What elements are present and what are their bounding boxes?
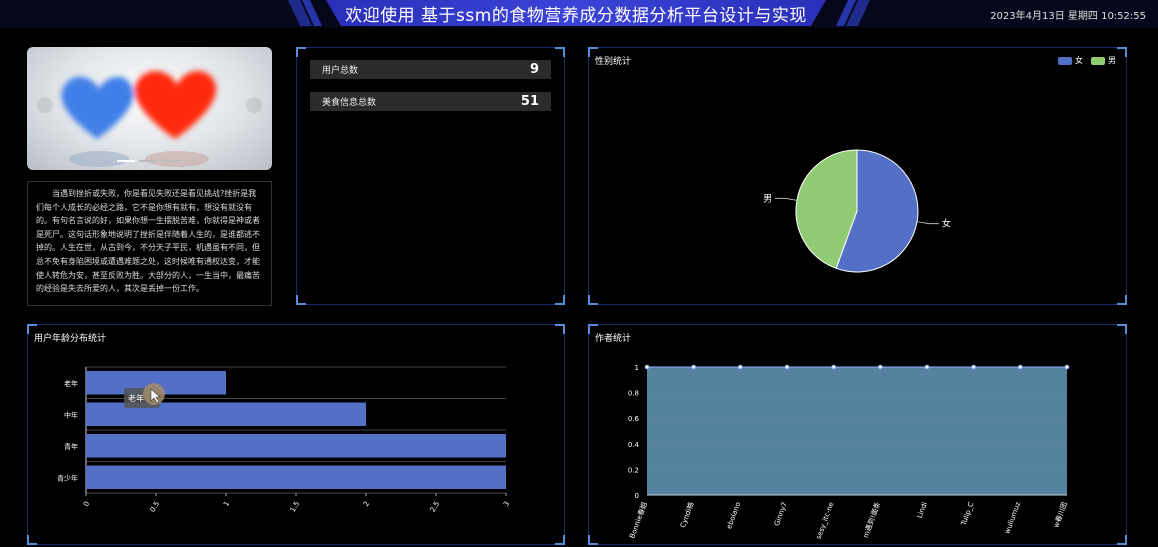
carousel-dot-3[interactable] xyxy=(161,160,179,162)
author-area-chart[interactable]: 0 0.2 0.4 0.6 0.8 1 Bonnie春姐 Cyndi格 ebolano Ginny… xyxy=(589,325,1126,544)
carousel-dot-1[interactable] xyxy=(117,160,135,162)
gender-chart-panel: 性别统计 女 男 女男 xyxy=(588,47,1127,305)
pie-label: 女 xyxy=(942,218,951,230)
x-tick-label: sesy_itc-ne xyxy=(815,501,836,540)
x-tick-label: w春川团 xyxy=(1051,501,1069,529)
y-tick-label: 青年 xyxy=(64,442,78,451)
hearts-image xyxy=(37,71,262,167)
header-left-decoration xyxy=(288,0,322,26)
age-bar-chart[interactable]: 老年中年青年青少年 0 0.5 1 1.5 2 2.5 3 老年 xyxy=(28,325,564,544)
stat-food-total: 美食信息总数 51 xyxy=(310,92,551,111)
y-tick-label: 青少年 xyxy=(57,473,78,482)
stat-label: 用户总数 xyxy=(322,66,359,76)
x-tick-label: Ginny7 xyxy=(773,501,789,527)
x-tick-label: 1 xyxy=(222,500,231,508)
carousel-indicators[interactable] xyxy=(117,160,179,162)
y-tick-label: 1 xyxy=(635,364,639,372)
stat-label: 美食信息总数 xyxy=(322,98,377,108)
x-tick-label: m遇到!面条 xyxy=(861,501,882,539)
header-bar: 欢迎使用 基于ssm的食物营养成分数据分析平台设计与实现 2023年4月13日 … xyxy=(0,0,1158,28)
x-tick-label: 2.5 xyxy=(429,500,441,514)
area-point[interactable] xyxy=(644,364,650,370)
carousel-prev-button xyxy=(37,97,53,113)
y-tick-label: 0.8 xyxy=(628,390,639,398)
x-tick-label: ebolano xyxy=(725,501,742,530)
y-tick-label: 中年 xyxy=(64,410,78,419)
y-tick-label: 0.6 xyxy=(628,415,640,423)
author-chart-panel: 作者统计 0 0.2 0.4 0.6 0.8 1 Bonnie春姐 Cyndi格 ebolano… xyxy=(588,324,1127,545)
carousel-dot-2[interactable] xyxy=(139,160,157,162)
x-tick-label: 2 xyxy=(362,500,371,508)
area-point[interactable] xyxy=(1064,364,1070,370)
age-chart-panel: 用户年龄分布统计 老年 中年 青年 青少年 0 0.5 1 1.5 2 2.5 3 老年 xyxy=(27,324,565,545)
x-tick-label: Lindi xyxy=(916,501,929,519)
pie-label-line xyxy=(775,197,797,201)
x-tick-label: 3 xyxy=(502,500,511,508)
gender-pie-chart[interactable]: 女男 xyxy=(589,48,1126,304)
article-text: 当遇到挫折或失败，你是看见失败还是看见挑战?挫折是我们每个人成长的必经之路，它不… xyxy=(27,181,272,306)
tooltip-text: 老年 xyxy=(128,393,144,403)
y-tick-label: 老年 xyxy=(64,379,78,388)
bar-2[interactable] xyxy=(86,434,506,458)
page-title: 欢迎使用 基于ssm的食物营养成分数据分析平台设计与实现 xyxy=(345,5,807,26)
area-point[interactable] xyxy=(784,364,790,370)
datetime-display: 2023年4月13日 星期四 10:52:55 xyxy=(990,11,1146,22)
carousel-next-button xyxy=(246,97,262,113)
x-tick-label: Bonnie春姐 xyxy=(627,501,649,540)
area-point[interactable] xyxy=(878,364,883,370)
bar-3[interactable] xyxy=(86,465,506,490)
area-point[interactable] xyxy=(738,364,743,370)
y-tick-label: 0 xyxy=(635,492,639,500)
y-tick-label: 0.2 xyxy=(628,466,639,474)
stat-value: 9 xyxy=(529,62,539,77)
page-title-bar: 欢迎使用 基于ssm的食物营养成分数据分析平台设计与实现 xyxy=(326,0,826,26)
x-tick-label: wuliumuz xyxy=(1003,501,1022,535)
area-point[interactable] xyxy=(831,364,836,370)
x-tick-label: 1.5 xyxy=(289,500,301,514)
x-tick-label: Cyndi格 xyxy=(678,501,696,529)
area-point[interactable] xyxy=(1018,364,1023,370)
area-point[interactable] xyxy=(971,364,976,370)
area-point[interactable] xyxy=(691,364,696,370)
stat-user-total: 用户总数 9 xyxy=(310,60,551,79)
x-tick-label: 0 xyxy=(82,500,91,508)
image-carousel[interactable] xyxy=(27,47,272,170)
pie-label-line xyxy=(917,221,939,225)
stats-panel xyxy=(296,47,565,305)
y-tick-label: 0.4 xyxy=(628,441,640,449)
area-point[interactable] xyxy=(924,364,930,370)
header-right-decoration xyxy=(836,0,870,26)
area-fill[interactable] xyxy=(647,367,1067,495)
pie-label: 男 xyxy=(763,193,772,204)
x-tick-label: 0.5 xyxy=(149,500,161,514)
x-tick-label: Tulip_C xyxy=(959,501,975,528)
stat-value: 51 xyxy=(520,94,539,109)
